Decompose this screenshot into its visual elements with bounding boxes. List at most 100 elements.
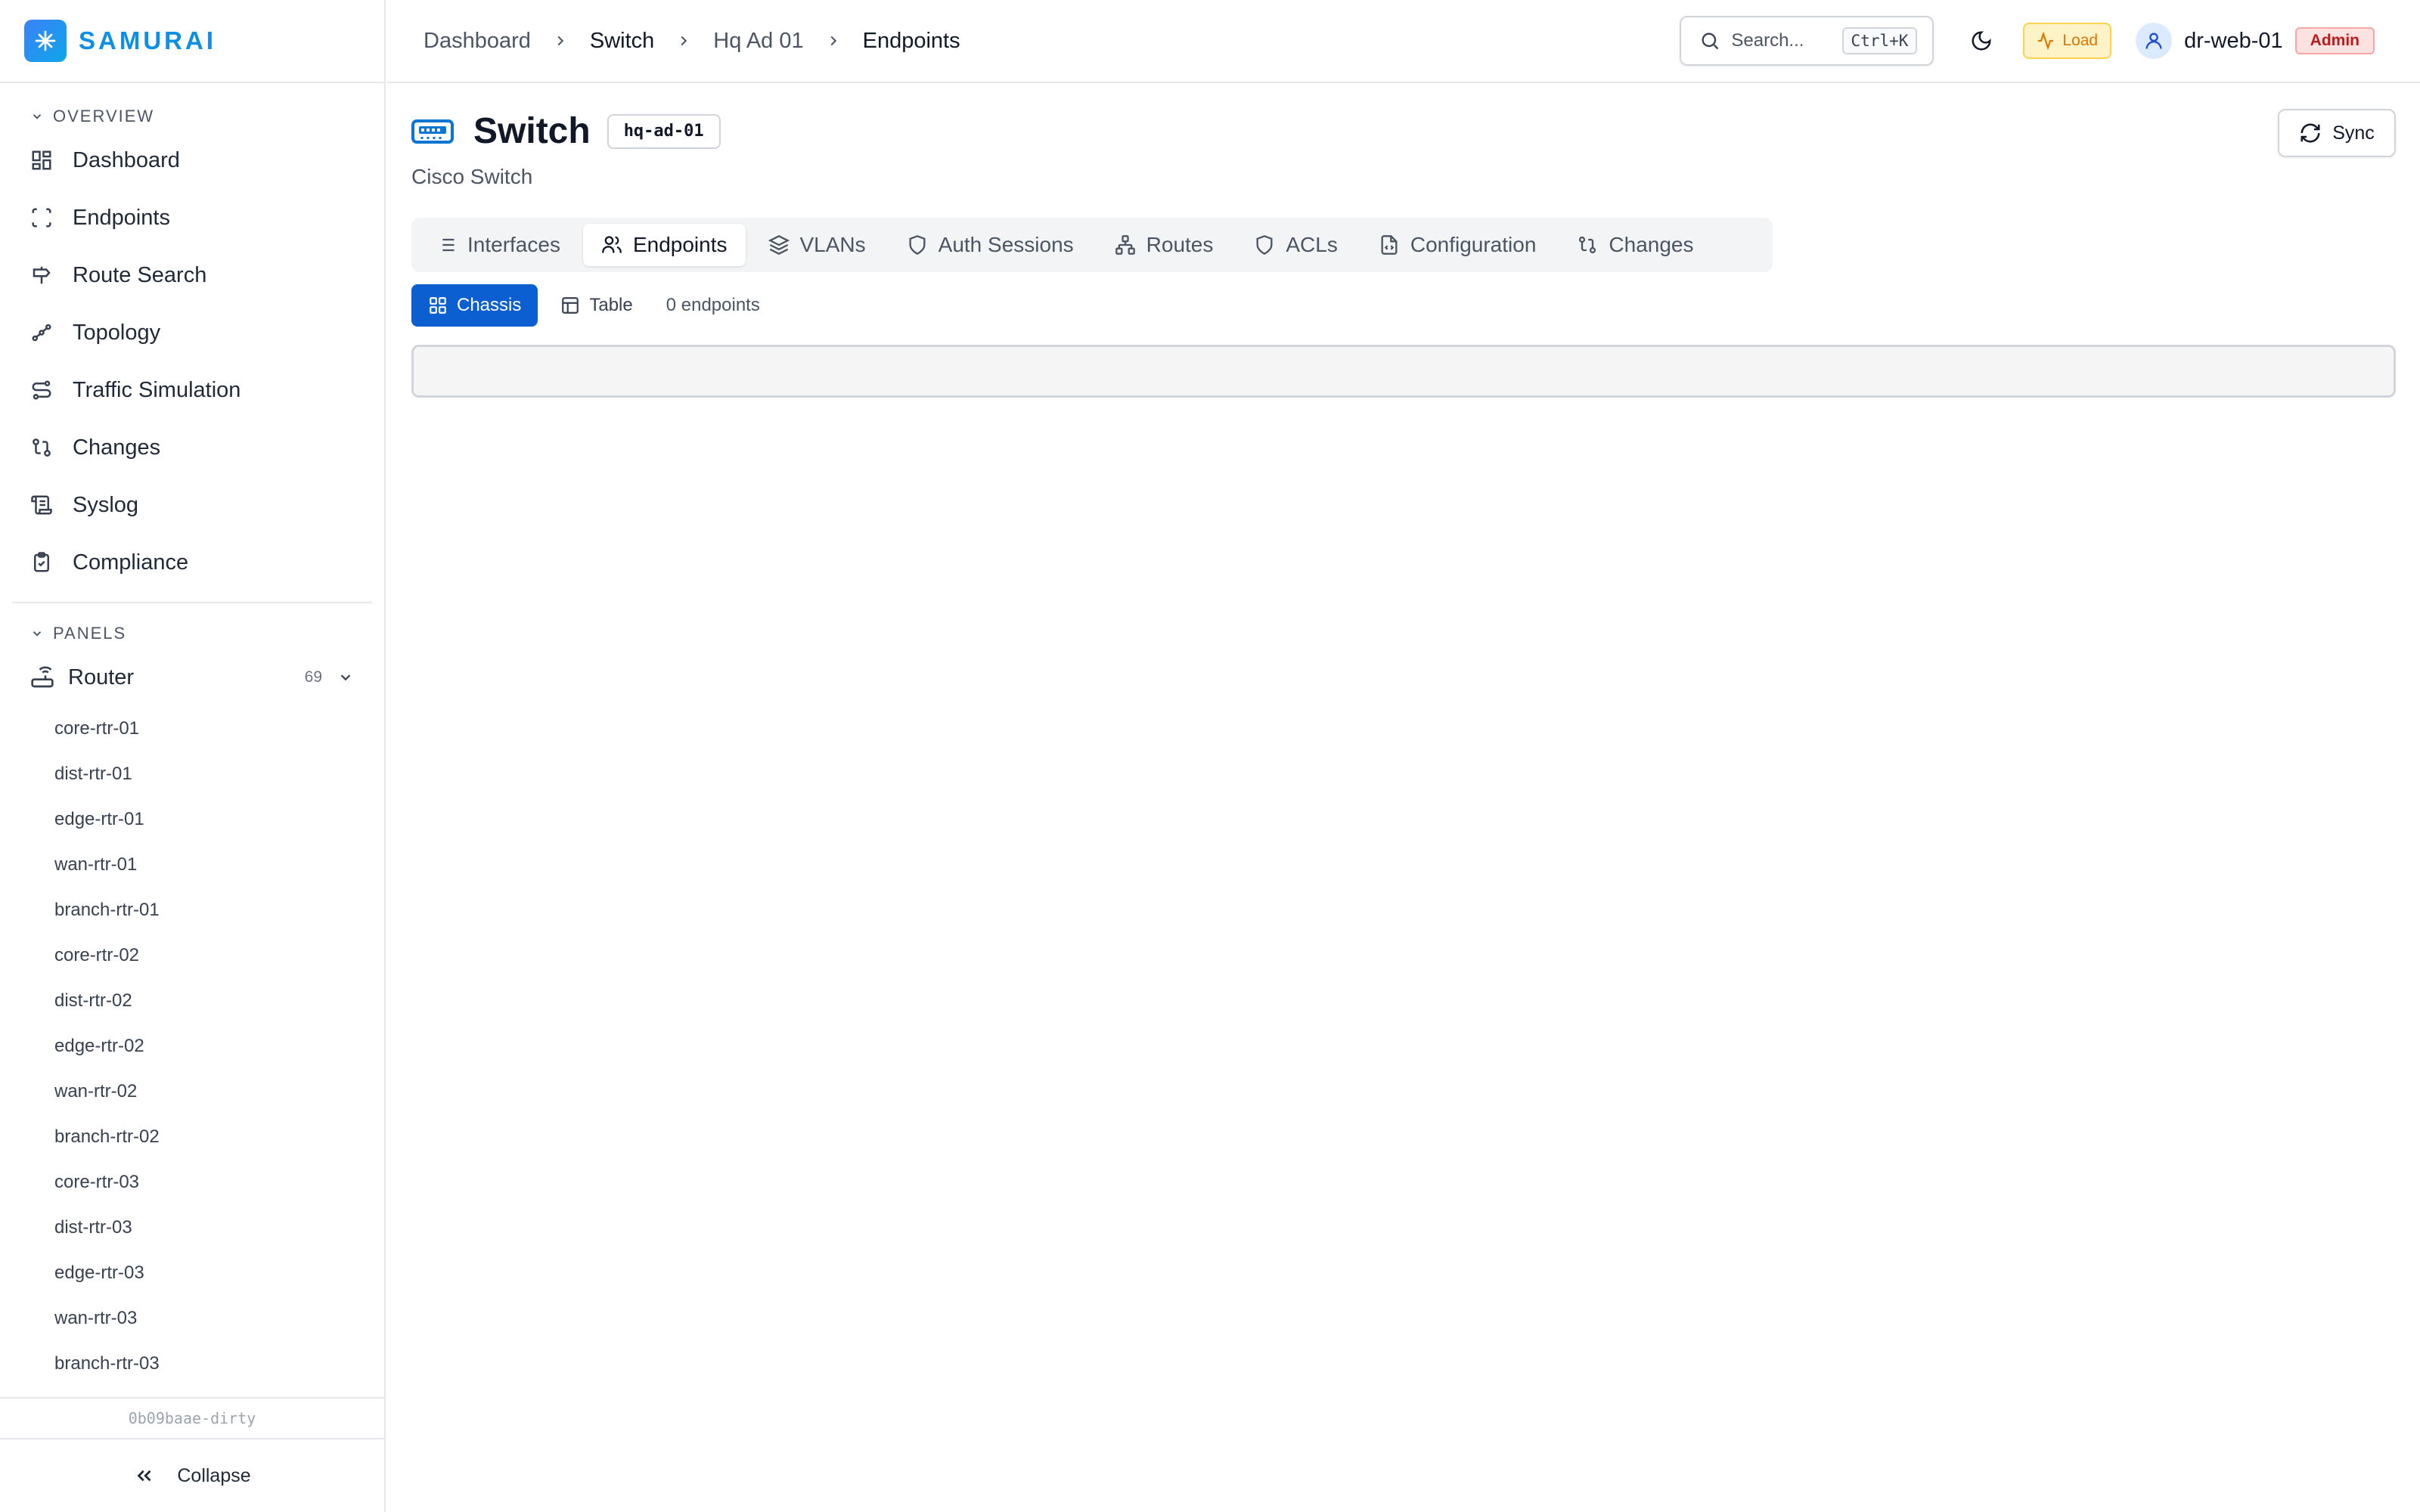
- tab-endpoints[interactable]: Endpoints: [582, 224, 746, 266]
- topbar: Dashboard Switch Hq Ad 01 Endpoints Sear…: [387, 0, 2420, 83]
- sidebar-item-label: Traffic Simulation: [73, 377, 241, 402]
- moon-icon: [1972, 31, 1991, 51]
- view-label: Chassis: [457, 295, 522, 315]
- layers-icon: [768, 235, 790, 255]
- breadcrumb-device[interactable]: Hq Ad 01: [713, 29, 803, 54]
- router-item[interactable]: dist-rtr-01: [0, 751, 384, 797]
- grid-icon: [430, 297, 446, 314]
- network-icon: [1115, 235, 1135, 255]
- brand[interactable]: SAMURAI: [0, 0, 384, 83]
- router-item[interactable]: branch-rtr-02: [0, 1114, 384, 1160]
- sidebar: SAMURAI OVERVIEW Dashboard Endpoints Rou…: [0, 0, 386, 1512]
- breadcrumb-current: Endpoints: [862, 28, 960, 53]
- view-toggle: Chassis Table 0 endpoints: [411, 284, 760, 327]
- sync-button[interactable]: Sync: [2278, 109, 2396, 157]
- user-avatar[interactable]: [2136, 23, 2173, 59]
- load-button[interactable]: Load: [2023, 23, 2112, 59]
- app-name: SAMURAI: [79, 26, 216, 54]
- router-item[interactable]: core-rtr-02: [0, 933, 384, 978]
- sidebar-item-label: Dashboard: [73, 147, 180, 172]
- router-item[interactable]: core-rtr-01: [0, 706, 384, 751]
- sidebar-item-dashboard[interactable]: Dashboard: [0, 132, 384, 189]
- tab-label: VLANs: [799, 233, 866, 256]
- chevrons-left-icon: [137, 1470, 151, 1482]
- view-label: Table: [589, 295, 633, 315]
- shield-icon: [1256, 235, 1273, 255]
- tab-configuration[interactable]: Configuration: [1360, 224, 1555, 266]
- view-table-button[interactable]: Table: [544, 284, 649, 327]
- router-item[interactable]: branch-rtr-03: [0, 1341, 384, 1387]
- signpost-icon: [33, 266, 51, 284]
- tab-label: Routes: [1146, 233, 1214, 256]
- tab-vlans[interactable]: VLANs: [750, 224, 884, 266]
- collapse-button[interactable]: Collapse: [0, 1439, 384, 1512]
- panel-router-label: Router: [68, 665, 135, 689]
- view-chassis-button[interactable]: Chassis: [411, 284, 538, 327]
- page-header: Switch hq-ad-01: [411, 110, 721, 152]
- sidebar-item-label: Topology: [73, 320, 161, 345]
- breadcrumb-dashboard[interactable]: Dashboard: [424, 29, 531, 54]
- tab-label: Configuration: [1410, 233, 1537, 256]
- router-item[interactable]: core-rtr-03: [0, 1160, 384, 1205]
- sidebar-item-endpoints[interactable]: Endpoints: [0, 189, 384, 246]
- sidebar-item-topology[interactable]: Topology: [0, 304, 384, 361]
- sidebar-item-changes[interactable]: Changes: [0, 419, 384, 476]
- samurai-logo-icon: [24, 20, 67, 62]
- router-item[interactable]: wan-rtr-03: [0, 1296, 384, 1341]
- hostname-badge: hq-ad-01: [607, 113, 721, 149]
- tab-auth-sessions[interactable]: Auth Sessions: [889, 224, 1092, 266]
- sidebar-item-traffic-simulation[interactable]: Traffic Simulation: [0, 361, 384, 419]
- chevron-down-icon: [340, 674, 351, 681]
- sidebar-item-route-search[interactable]: Route Search: [0, 246, 384, 304]
- build-hash: 0b09baae-dirty: [0, 1397, 384, 1439]
- sidebar-item-label: Syslog: [73, 492, 139, 517]
- chevron-down-icon: [33, 631, 42, 637]
- sidebar-item-compliance[interactable]: Compliance: [0, 534, 384, 591]
- tab-acls[interactable]: ACLs: [1236, 224, 1355, 266]
- router-item[interactable]: dist-rtr-02: [0, 978, 384, 1024]
- search-placeholder: Search...: [1731, 30, 1804, 51]
- section-panels[interactable]: PANELS: [0, 618, 384, 649]
- router-item[interactable]: branch-rtr-01: [0, 888, 384, 933]
- search-input[interactable]: Search... Ctrl+K: [1680, 16, 1934, 66]
- router-item[interactable]: dist-rtr-03: [0, 1205, 384, 1250]
- tab-label: ACLs: [1286, 233, 1338, 256]
- tab-interfaces[interactable]: Interfaces: [417, 224, 579, 266]
- chevron-down-icon: [33, 114, 42, 119]
- router-item[interactable]: wan-rtr-02: [0, 1069, 384, 1114]
- router-item[interactable]: edge-rtr-01: [0, 797, 384, 842]
- router-item[interactable]: edge-rtr-02: [0, 1024, 384, 1069]
- router-item[interactable]: wan-rtr-01: [0, 842, 384, 888]
- endpoint-count: 0 endpoints: [666, 295, 760, 315]
- chevron-right-icon: [552, 33, 569, 49]
- topology-icon: [32, 324, 51, 342]
- collapse-label: Collapse: [177, 1464, 251, 1486]
- tab-label: Interfaces: [467, 233, 560, 256]
- load-label: Load: [2062, 32, 2099, 49]
- tab-label: Auth Sessions: [938, 233, 1074, 256]
- scroll-icon: [31, 495, 52, 515]
- role-badge: Admin: [2294, 27, 2375, 54]
- search-icon: [1702, 33, 1719, 50]
- sidebar-item-label: Compliance: [73, 550, 189, 575]
- theme-toggle-button[interactable]: [1970, 29, 1993, 52]
- router-item[interactable]: edge-rtr-03: [0, 1250, 384, 1296]
- tab-changes[interactable]: Changes: [1559, 224, 1711, 266]
- breadcrumb-switch[interactable]: Switch: [590, 29, 654, 54]
- activity-icon: [2038, 32, 2054, 50]
- tab-routes[interactable]: Routes: [1097, 224, 1232, 266]
- sync-label: Sync: [2332, 122, 2375, 144]
- sidebar-item-syslog[interactable]: Syslog: [0, 476, 384, 534]
- router-icon: [31, 666, 54, 688]
- section-overview[interactable]: OVERVIEW: [0, 101, 384, 132]
- list-icon: [438, 238, 455, 252]
- user-icon: [2145, 33, 2162, 49]
- panel-router[interactable]: Router 69: [0, 649, 384, 706]
- sidebar-item-label: Endpoints: [73, 205, 170, 230]
- refresh-icon: [2301, 123, 2320, 143]
- switch-icon: [411, 119, 454, 144]
- search-shortcut: Ctrl+K: [1841, 27, 1918, 54]
- sidebar-item-label: Changes: [73, 435, 161, 460]
- page-subtitle: Cisco Switch: [411, 165, 533, 188]
- user-name[interactable]: dr-web-01: [2184, 29, 2283, 54]
